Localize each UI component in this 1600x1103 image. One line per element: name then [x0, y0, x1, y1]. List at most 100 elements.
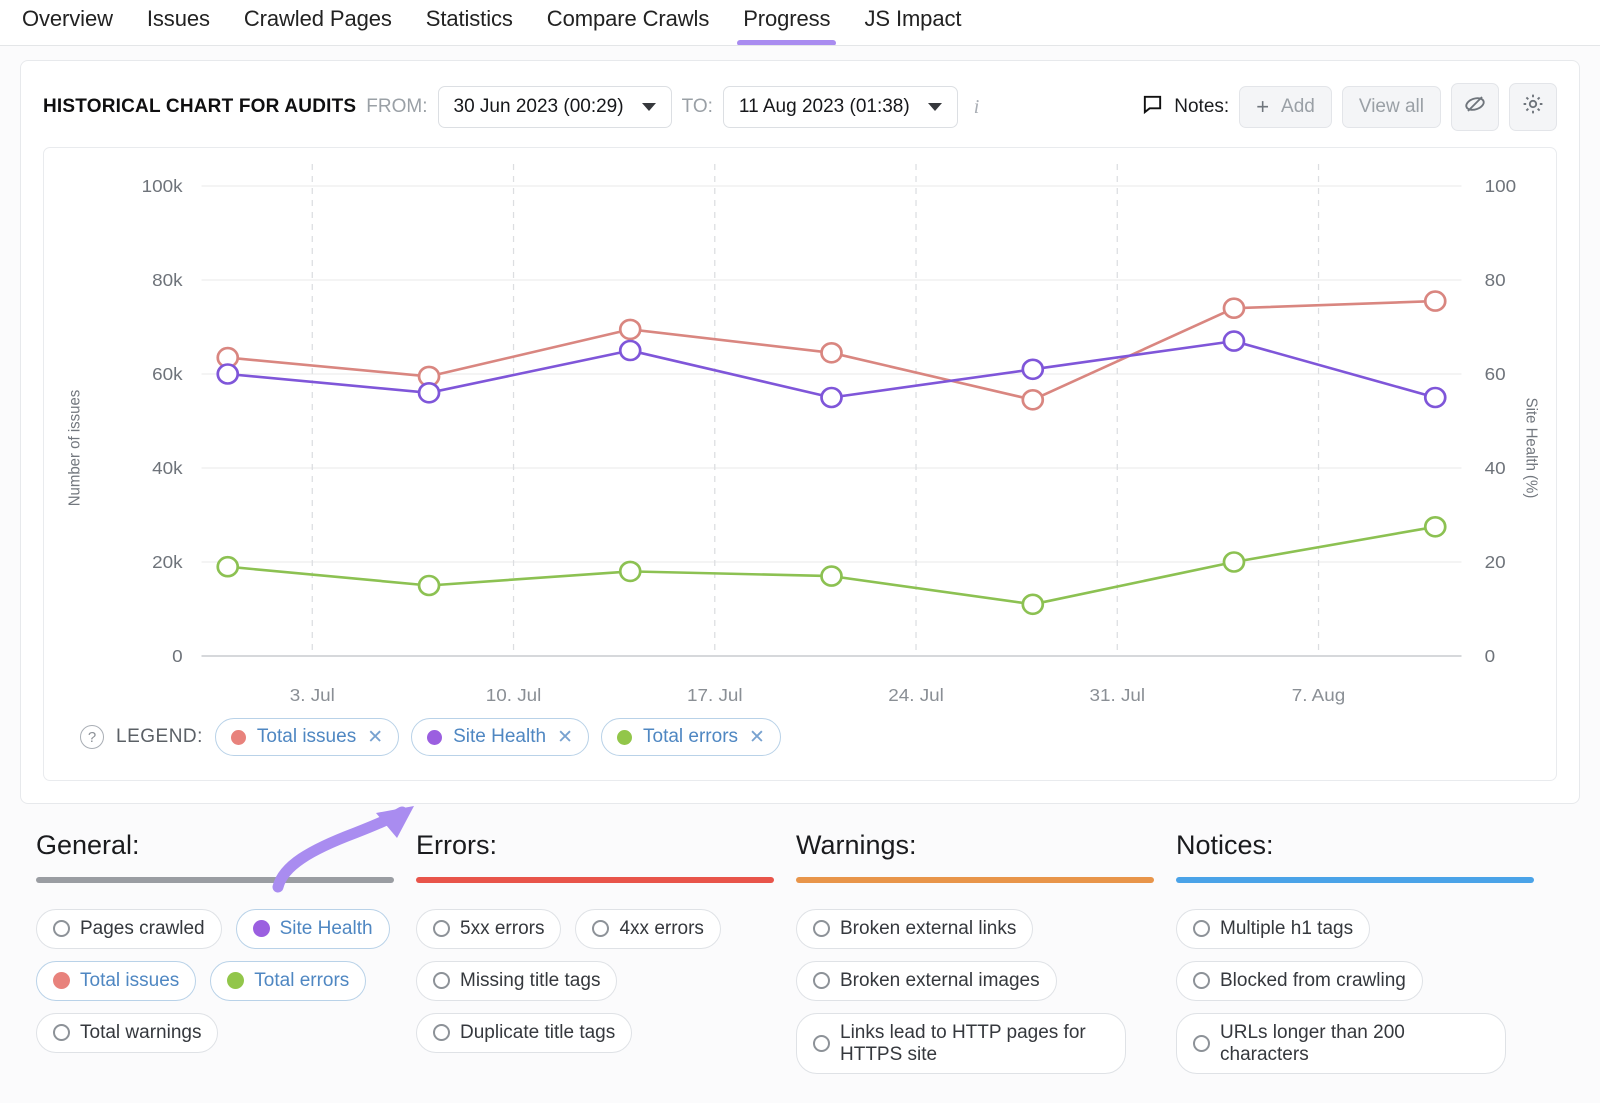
data-point[interactable]: [1023, 360, 1043, 379]
nav-item-progress[interactable]: Progress: [741, 0, 832, 46]
chip-pages-crawled[interactable]: Pages crawled: [36, 909, 222, 949]
chip-multiple-h1-tags[interactable]: Multiple h1 tags: [1176, 909, 1370, 949]
nav-item-js-impact[interactable]: JS Impact: [862, 0, 963, 46]
data-point[interactable]: [822, 567, 842, 586]
chip-label: Blocked from crawling: [1220, 970, 1406, 992]
close-icon[interactable]: ✕: [367, 728, 383, 747]
chip-label: Broken external links: [840, 918, 1016, 940]
plus-icon: +: [1256, 96, 1269, 118]
x-axis-tick: 7. Aug: [1292, 684, 1346, 704]
toggle-ring-icon: [433, 1024, 450, 1041]
add-note-button[interactable]: + Add: [1239, 86, 1332, 128]
chip-5xx-errors[interactable]: 5xx errors: [416, 909, 561, 949]
toggle-ring-icon: [53, 1024, 70, 1041]
nav-item-overview[interactable]: Overview: [20, 0, 115, 46]
close-icon[interactable]: ✕: [557, 728, 573, 747]
chip-label: Multiple h1 tags: [1220, 918, 1353, 940]
chip-missing-title-tags[interactable]: Missing title tags: [416, 961, 617, 1001]
legend-pill-site-health[interactable]: Site Health ✕: [411, 718, 589, 756]
data-point[interactable]: [218, 557, 238, 576]
legend-pill-total-issues[interactable]: Total issues ✕: [215, 718, 399, 756]
y2-axis-tick: 60: [1485, 363, 1506, 383]
x-axis-tick: 10. Jul: [486, 684, 542, 704]
date-from-value: 30 Jun 2023 (00:29): [454, 96, 624, 118]
progress-line-chart[interactable]: 020k40k60k80k100k 020406080100 3. Jul10.…: [44, 148, 1556, 718]
legend-pill-total-errors[interactable]: Total errors ✕: [601, 718, 781, 756]
date-to-select[interactable]: 11 Aug 2023 (01:38): [723, 86, 958, 128]
series-color-dot: [231, 730, 246, 745]
toggle-ring-icon: [1193, 1035, 1210, 1052]
data-point[interactable]: [1023, 595, 1043, 614]
y-axis-tick: 60k: [152, 363, 183, 383]
data-point[interactable]: [620, 320, 640, 339]
chip-total-errors[interactable]: Total errors: [210, 961, 366, 1001]
chip-urls-longer-than-200[interactable]: URLs longer than 200 characters: [1176, 1013, 1506, 1075]
nav-item-crawled-pages[interactable]: Crawled Pages: [242, 0, 394, 46]
y-axis-tick: 0: [172, 645, 183, 665]
toggle-ring-icon: [53, 920, 70, 937]
note-icon: [1141, 93, 1164, 121]
group-chip-list: Broken external links Broken external im…: [796, 909, 1154, 1074]
data-point[interactable]: [1224, 332, 1244, 351]
series-total-errors: [218, 517, 1445, 614]
nav-item-issues[interactable]: Issues: [145, 0, 212, 46]
legend-pill-label: Site Health: [453, 726, 546, 748]
historical-chart-panel: HISTORICAL CHART FOR AUDITS FROM: 30 Jun…: [20, 60, 1580, 804]
date-from-select[interactable]: 30 Jun 2023 (00:29): [438, 86, 672, 128]
group-chip-list: Multiple h1 tags Blocked from crawling U…: [1176, 909, 1534, 1074]
y2-axis-tick: 80: [1485, 269, 1506, 289]
nav-item-statistics[interactable]: Statistics: [424, 0, 515, 46]
close-icon[interactable]: ✕: [749, 728, 765, 747]
chart-settings-button[interactable]: [1509, 83, 1557, 131]
chip-label: 5xx errors: [460, 918, 544, 940]
data-point[interactable]: [822, 388, 842, 407]
data-point[interactable]: [218, 365, 238, 384]
data-point[interactable]: [1425, 292, 1445, 311]
chart-series: [218, 292, 1445, 614]
x-axis-tick: 24. Jul: [888, 684, 944, 704]
help-icon[interactable]: ?: [80, 725, 104, 749]
series-color-dot: [617, 730, 632, 745]
chip-broken-external-links[interactable]: Broken external links: [796, 909, 1033, 949]
chip-total-issues[interactable]: Total issues: [36, 961, 196, 1001]
data-point[interactable]: [419, 576, 439, 595]
y2-axis-tick: 40: [1485, 457, 1506, 477]
data-point[interactable]: [1023, 390, 1043, 409]
data-point[interactable]: [1224, 299, 1244, 318]
toggle-filled-icon: [227, 972, 244, 989]
data-point[interactable]: [1425, 517, 1445, 536]
nav-divider: [0, 45, 1600, 46]
y2-axis-tick: 0: [1485, 645, 1496, 665]
chip-label: 4xx errors: [619, 918, 703, 940]
data-point[interactable]: [620, 341, 640, 360]
chip-4xx-errors[interactable]: 4xx errors: [575, 909, 720, 949]
chip-duplicate-title-tags[interactable]: Duplicate title tags: [416, 1013, 632, 1053]
data-point[interactable]: [1224, 553, 1244, 572]
group-chip-list: 5xx errors 4xx errors Missing title tags…: [416, 909, 774, 1053]
y-axis-tick: 20k: [152, 551, 183, 571]
data-point[interactable]: [419, 383, 439, 402]
chip-broken-external-images[interactable]: Broken external images: [796, 961, 1057, 1001]
chart-container: 020k40k60k80k100k 020406080100 3. Jul10.…: [43, 147, 1557, 781]
legend-label: LEGEND:: [116, 726, 203, 748]
chip-label: Total issues: [80, 970, 179, 992]
chip-blocked-from-crawling[interactable]: Blocked from crawling: [1176, 961, 1423, 1001]
data-point[interactable]: [620, 562, 640, 581]
chip-site-health[interactable]: Site Health: [236, 909, 390, 949]
chip-total-warnings[interactable]: Total warnings: [36, 1013, 218, 1053]
toggle-ring-icon: [433, 972, 450, 989]
chip-label: Links lead to HTTP pages for HTTPS site: [840, 1022, 1109, 1066]
chip-links-lead-to-http-pages[interactable]: Links lead to HTTP pages for HTTPS site: [796, 1013, 1126, 1075]
toggle-ring-icon: [433, 920, 450, 937]
info-icon[interactable]: i: [974, 96, 980, 119]
nav-item-compare-crawls[interactable]: Compare Crawls: [545, 0, 711, 46]
data-point[interactable]: [822, 343, 842, 362]
hide-notes-button[interactable]: [1451, 83, 1499, 131]
header-actions: Notes: + Add View all: [1141, 83, 1557, 131]
data-point[interactable]: [1425, 388, 1445, 407]
series-color-dot: [427, 730, 442, 745]
panel-header: HISTORICAL CHART FOR AUDITS FROM: 30 Jun…: [21, 61, 1579, 143]
from-label: FROM:: [366, 96, 427, 118]
page-body: HISTORICAL CHART FOR AUDITS FROM: 30 Jun…: [0, 46, 1600, 1103]
view-all-notes-button[interactable]: View all: [1342, 86, 1441, 128]
